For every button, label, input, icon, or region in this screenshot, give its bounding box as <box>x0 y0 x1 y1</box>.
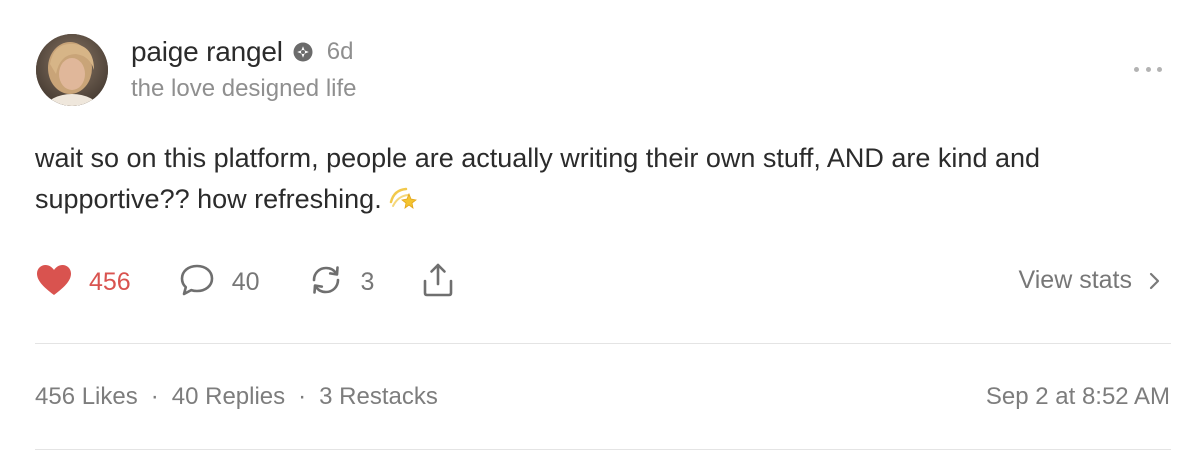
author-avatar[interactable] <box>36 34 108 106</box>
engagement-summary: 456 Likes · 40 Replies · 3 Restacks <box>35 383 438 411</box>
like-button[interactable]: 456 <box>36 264 131 301</box>
reply-button[interactable]: 40 <box>179 263 260 302</box>
more-options-button[interactable] <box>1134 62 1162 76</box>
post-actions: 456 40 3 <box>36 262 456 302</box>
post-timestamp: Sep 2 at 8:52 AM <box>985 383 1170 410</box>
more-horizontal-icon <box>1157 66 1162 72</box>
replies-summary-link[interactable]: 40 Replies <box>172 383 285 411</box>
verified-badge-icon <box>293 42 313 62</box>
chevron-right-icon <box>1148 272 1160 290</box>
restack-count: 3 <box>360 267 375 296</box>
restacks-summary-link[interactable]: 3 Restacks <box>319 383 438 411</box>
divider <box>35 449 1171 450</box>
share-upload-icon <box>420 262 456 303</box>
author-name[interactable]: paige rangel <box>131 36 283 68</box>
like-count: 456 <box>89 267 131 296</box>
separator-dot: · <box>150 383 159 410</box>
view-stats-label: View stats <box>1018 266 1132 294</box>
post-text: wait so on this platform, people are act… <box>35 143 1041 214</box>
comment-bubble-icon <box>179 263 215 302</box>
view-stats-link[interactable]: View stats <box>1019 266 1160 295</box>
likes-summary-link[interactable]: 456 Likes <box>35 383 138 411</box>
dizzy-star-emoji <box>388 182 418 224</box>
divider <box>35 343 1171 344</box>
heart-icon <box>36 264 72 301</box>
restack-button[interactable]: 3 <box>308 263 375 302</box>
author-line: paige rangel 6d <box>131 34 353 70</box>
restack-arrows-icon <box>308 263 344 302</box>
reply-count: 40 <box>231 267 260 296</box>
more-horizontal-icon <box>1134 66 1139 72</box>
separator-dot: · <box>298 383 307 410</box>
post-age: 6d <box>326 38 354 65</box>
post-body: wait so on this platform, people are act… <box>35 138 1155 224</box>
share-button[interactable] <box>420 262 456 303</box>
more-horizontal-icon <box>1145 66 1151 72</box>
author-subtitle: the love designed life <box>131 75 357 102</box>
